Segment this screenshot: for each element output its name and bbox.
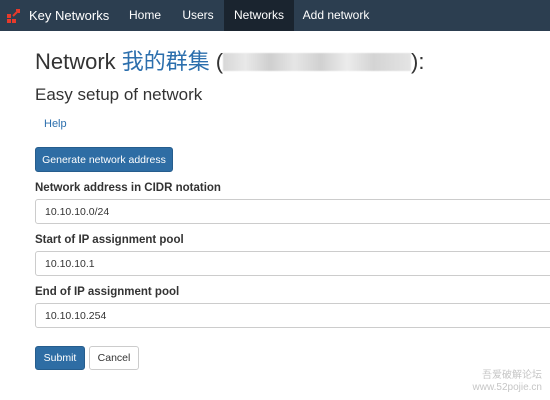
watermark: 吾爱破解论坛 www.52pojie.cn: [473, 370, 542, 394]
watermark-line2: www.52pojie.cn: [472, 382, 542, 393]
cidr-input[interactable]: [35, 199, 550, 224]
pool-start-label: Start of IP assignment pool: [35, 234, 184, 246]
watermark-line1: 吾爱破解论坛: [482, 370, 542, 381]
nav-home[interactable]: Home: [118, 0, 172, 31]
help-link[interactable]: Help: [44, 118, 67, 130]
nav-networks[interactable]: Networks: [224, 0, 294, 31]
pool-start-input[interactable]: [35, 251, 550, 276]
title-open-paren: (: [215, 49, 224, 74]
pool-end-label: End of IP assignment pool: [35, 286, 180, 298]
pool-end-input[interactable]: [35, 303, 550, 328]
redacted-id: [223, 53, 412, 71]
top-navbar: Key Networks Home Users Networks Add net…: [0, 0, 550, 31]
brand-name: Key Networks: [29, 8, 110, 23]
submit-button[interactable]: Submit: [35, 346, 85, 370]
nav-add-network[interactable]: Add network: [294, 0, 378, 31]
section-subtitle: Easy setup of network: [35, 85, 203, 104]
brand-logo-icon: [7, 8, 20, 23]
cancel-button[interactable]: Cancel: [89, 346, 139, 370]
cidr-label: Network address in CIDR notation: [35, 182, 221, 194]
page-title: Network 我的群集():: [35, 44, 424, 76]
generate-network-address-button[interactable]: Generate network address: [35, 147, 173, 172]
title-close: ):: [411, 49, 425, 74]
network-name: 我的群集: [121, 49, 210, 74]
nav-users[interactable]: Users: [172, 0, 224, 31]
brand-link[interactable]: Key Networks: [0, 0, 118, 31]
title-prefix: Network: [35, 49, 116, 74]
